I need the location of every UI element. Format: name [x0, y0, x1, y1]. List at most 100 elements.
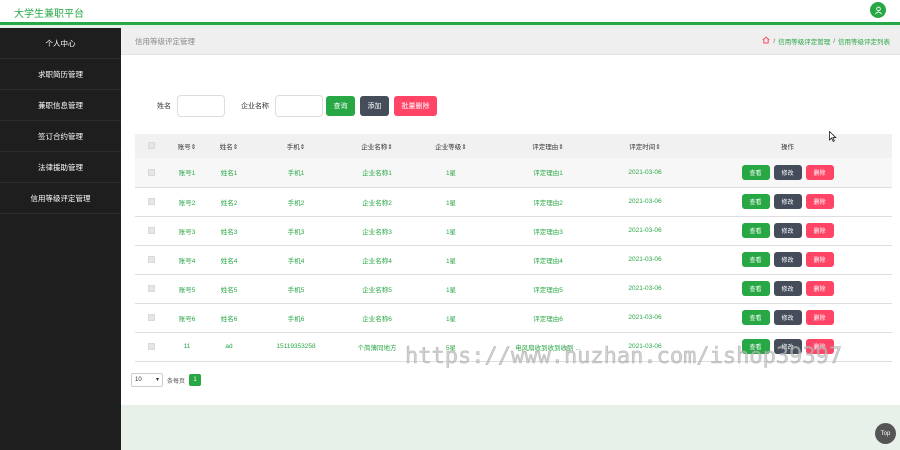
column-header-phone[interactable]: 手机⇕ [251, 134, 341, 158]
home-icon[interactable] [762, 36, 770, 46]
cell-phone: 手机1 [251, 158, 341, 188]
breadcrumb-bar: 信用等级评定管理 / 信用等级评定管理 / 信用等级评定列表 [121, 28, 900, 55]
cell-name: 姓名6 [207, 303, 251, 333]
data-table: 账号⇕ 姓名⇕ 手机⇕ 企业名称⇕ 企业等级⇕ 评定理由⇕ 评定时间⇕ 操作 账… [135, 134, 892, 362]
cell-name: 姓名1 [207, 158, 251, 188]
delete-button[interactable]: 删除 [805, 281, 834, 296]
sidebar-item-label: 兼职信息管理 [38, 100, 83, 110]
row-checkbox[interactable] [135, 158, 167, 188]
breadcrumb-link[interactable]: 信用等级评定管理 [778, 36, 830, 46]
sidebar-item-credit-rating[interactable]: 信用等级评定管理 [0, 183, 121, 214]
breadcrumb-current: 信用等级评定列表 [838, 39, 890, 46]
cell-company: 企业名称3 [341, 216, 413, 246]
delete-button[interactable]: 删除 [805, 194, 834, 209]
cell-account: 账号2 [167, 187, 207, 217]
cell-reason: 评定理由6 [489, 303, 607, 333]
select-all-checkbox[interactable] [135, 134, 167, 158]
cell-phone: 手机4 [251, 245, 341, 275]
back-to-top-button[interactable]: Top [875, 423, 896, 444]
table-row: 账号5 姓名5 手机5 企业名称5 1星 评定理由5 2021-03-06 查看… [135, 274, 892, 304]
cell-phone: 手机6 [251, 303, 341, 333]
cell-level: 1星 [413, 158, 489, 188]
delete-button[interactable]: 删除 [805, 310, 834, 325]
view-button[interactable]: 查看 [741, 252, 770, 267]
cell-time: 2021-03-06 [607, 187, 683, 217]
sidebar-item-label: 法律援助管理 [38, 162, 83, 172]
table-row: 账号6 姓名6 手机6 企业名称6 1星 评定理由6 2021-03-06 查看… [135, 303, 892, 333]
cell-actions: 查看 修改 删除 [683, 274, 892, 304]
breadcrumb-separator: / [773, 37, 776, 45]
edit-button[interactable]: 修改 [773, 252, 802, 267]
cell-name: 姓名4 [207, 245, 251, 275]
row-checkbox[interactable] [135, 332, 167, 362]
delete-button[interactable]: 删除 [805, 223, 834, 238]
column-header-reason[interactable]: 评定理由⇕ [489, 134, 607, 158]
cell-account: 账号6 [167, 303, 207, 333]
table-row: 账号1 姓名1 手机1 企业名称1 1星 评定理由1 2021-03-06 查看… [135, 158, 892, 188]
column-header-company-level[interactable]: 企业等级⇕ [413, 134, 489, 158]
sidebar-item-personal-center[interactable]: 个人中心 [0, 28, 121, 59]
edit-button[interactable]: 修改 [773, 194, 802, 209]
cell-name: 姓名2 [207, 187, 251, 217]
column-header-name[interactable]: 姓名⇕ [207, 134, 251, 158]
watermark-text: https://www.huzhan.com/ishop39397 [405, 344, 843, 370]
edit-button[interactable]: 修改 [773, 310, 802, 325]
cell-time: 2021-03-06 [607, 303, 683, 333]
view-button[interactable]: 查看 [741, 310, 770, 325]
cell-company: 企业名称6 [341, 303, 413, 333]
company-name-input[interactable] [275, 95, 323, 117]
cell-level: 1星 [413, 245, 489, 275]
page-size-value: 10 [135, 377, 142, 383]
pagination: 10 ▾ 条每页 1 [131, 373, 202, 387]
sidebar: 个人中心 求职简历管理 兼职信息管理 签订合约管理 法律援助管理 信用等级评定管… [0, 28, 121, 450]
cell-phone: 15119353258 [251, 332, 341, 362]
cell-phone: 手机2 [251, 187, 341, 217]
row-checkbox[interactable] [135, 303, 167, 333]
page-size-select[interactable]: 10 ▾ [131, 373, 163, 387]
breadcrumb: / 信用等级评定管理 / 信用等级评定列表 [762, 36, 890, 46]
column-header-actions: 操作 [683, 134, 892, 158]
cell-company: 企业名称1 [341, 158, 413, 188]
edit-button[interactable]: 修改 [773, 223, 802, 238]
app-title: 大学生兼职平台 [14, 9, 84, 20]
batch-delete-button[interactable]: 批量删除 [394, 96, 437, 116]
row-checkbox[interactable] [135, 274, 167, 304]
search-bar: 姓名 企业名称 查询 添加 批量删除 [157, 95, 437, 117]
view-button[interactable]: 查看 [741, 164, 770, 180]
cell-name: ad [207, 332, 251, 362]
row-checkbox[interactable] [135, 245, 167, 275]
cell-account: 账号3 [167, 216, 207, 246]
sidebar-item-legal-aid[interactable]: 法律援助管理 [0, 152, 121, 183]
view-button[interactable]: 查看 [741, 194, 770, 209]
page-number-current[interactable]: 1 [189, 374, 202, 386]
sidebar-item-resume[interactable]: 求职简历管理 [0, 59, 121, 90]
cell-company: 个简薄同地方 [341, 332, 413, 362]
add-button[interactable]: 添加 [360, 96, 389, 116]
delete-button[interactable]: 删除 [805, 252, 834, 267]
row-checkbox[interactable] [135, 187, 167, 217]
delete-button[interactable]: 删除 [805, 164, 834, 180]
cell-time: 2021-03-06 [607, 274, 683, 304]
cell-company: 企业名称5 [341, 274, 413, 304]
cell-actions: 查看 修改 删除 [683, 187, 892, 217]
view-button[interactable]: 查看 [741, 223, 770, 238]
user-avatar-icon[interactable] [870, 2, 886, 18]
cell-level: 1星 [413, 303, 489, 333]
cell-level: 1星 [413, 274, 489, 304]
breadcrumb-separator: / [833, 37, 835, 45]
sidebar-item-contract[interactable]: 签订合约管理 [0, 121, 121, 152]
search-button[interactable]: 查询 [326, 96, 355, 116]
column-header-account[interactable]: 账号⇕ [167, 134, 207, 158]
edit-button[interactable]: 修改 [773, 281, 802, 296]
name-input[interactable] [177, 95, 225, 117]
main-content: 信用等级评定管理 / 信用等级评定管理 / 信用等级评定列表 姓名 企业名称 查… [121, 28, 900, 450]
column-header-company[interactable]: 企业名称⇕ [341, 134, 413, 158]
chevron-down-icon: ▾ [155, 377, 159, 383]
cell-account: 11 [167, 332, 207, 362]
column-header-time[interactable]: 评定时间⇕ [607, 134, 683, 158]
view-button[interactable]: 查看 [741, 281, 770, 296]
edit-button[interactable]: 修改 [773, 164, 802, 180]
sidebar-item-job-info[interactable]: 兼职信息管理 [0, 90, 121, 121]
cell-reason: 评定理由2 [489, 187, 607, 217]
row-checkbox[interactable] [135, 216, 167, 246]
